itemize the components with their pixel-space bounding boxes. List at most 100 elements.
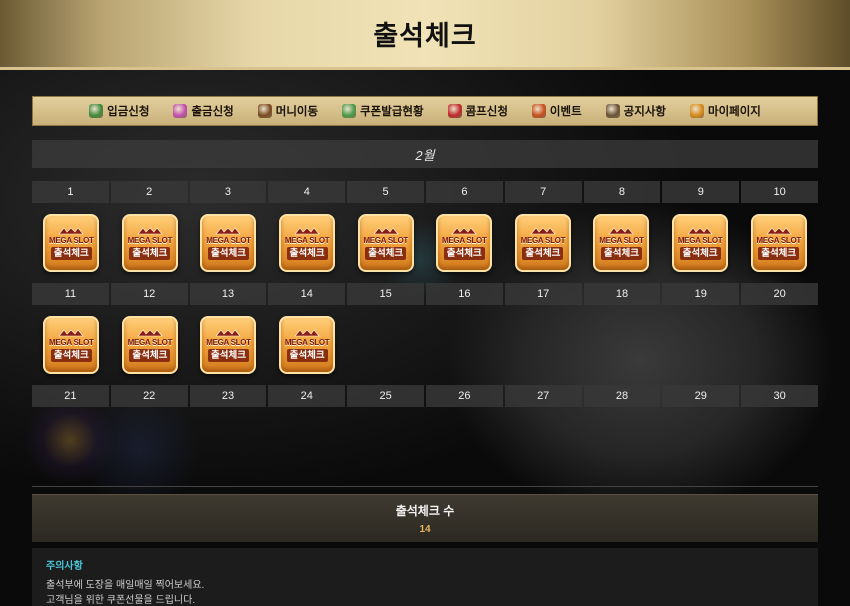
day-number: 28 [583,385,661,407]
attendance-stamp: MEGA SLOT 출석체크 [121,214,178,272]
attendance-stamp: MEGA SLOT 출석체크 [750,214,807,272]
money-bag-icon [89,104,104,118]
day-number: 2 [110,181,188,203]
stamp-cell [346,312,425,378]
stamp-brand: MEGA SLOT [284,337,330,347]
stamp-brand: MEGA SLOT [206,337,251,347]
stamp-label: 출석체크 [522,246,564,260]
day-number: 3 [189,181,267,203]
stamp-label: 출석체크 [129,348,171,362]
day-number: 23 [189,385,267,407]
nav-item-6[interactable]: 공지사항 [594,103,678,119]
day-number: 27 [504,385,582,407]
stamp-row-1: MEGA SLOT 출석체크 MEGA SLOT 출석체크 MEGA SLOT 출석체크 M… [32,210,818,276]
notice-title: 주의사항 [46,561,83,572]
day-number: 15 [347,283,424,305]
stamp-cell: MEGA SLOT 출석체크 [111,312,190,378]
stamp-cell: MEGA SLOT 출석체크 [739,210,818,276]
attendance-stamp: MEGA SLOT 출석체크 [200,214,257,272]
stamp-cell: MEGA SLOT 출석체크 [32,210,111,276]
day-number: 1 [32,181,109,203]
count-value: 14 [419,524,431,535]
nav-item-2[interactable]: 머니이동 [246,103,330,119]
slot-logo-icon [137,329,163,336]
stamp-label: 출석체크 [50,348,92,362]
attendance-stamp: MEGA SLOT 출석체크 [121,316,178,374]
gift-icon [342,104,357,118]
stamp-brand: MEGA SLOT [127,337,173,347]
stamp-cell: MEGA SLOT 출석체크 [268,312,347,378]
attendance-stamp: MEGA SLOT 출석체크 [357,214,414,272]
stamp-row-2: MEGA SLOT 출석체크 MEGA SLOT 출석체크 MEGA SLOT 출석체크 M… [32,312,818,378]
stamp-cell: MEGA SLOT 출석체크 [32,312,111,378]
stamp-cell: MEGA SLOT 출석체크 [189,312,268,378]
stamp-cell [582,312,661,378]
nav-item-3[interactable]: 쿠폰발급현황 [330,103,435,119]
stamp-cell: MEGA SLOT 출석체크 [111,210,190,276]
day-number: 10 [741,181,818,203]
nav-item-7[interactable]: 마이페이지 [678,103,773,119]
day-number: 18 [583,283,661,305]
stamp-label: 출석체크 [443,246,485,260]
stamp-brand: MEGA SLOT [442,235,487,245]
stamp-label: 출석체크 [208,246,249,260]
day-number: 5 [347,181,424,203]
stamp-brand: MEGA SLOT [127,235,173,245]
stamp-cell [504,312,583,378]
chest-icon [257,104,272,118]
stamp-label: 출석체크 [208,348,249,362]
nav-item-1[interactable]: 출금신청 [161,103,245,119]
coin-ring-icon [173,104,188,118]
main-nav: 입금신청 출금신청 머니이동 쿠폰발급현황 콤프신청 이벤트 공지사항 마이페이지 [32,96,818,126]
nav-item-label: 이벤트 [549,106,582,118]
nav-item-5[interactable]: 이벤트 [520,103,594,119]
attendance-stamp: MEGA SLOT 출석체크 [436,214,493,272]
day-number: 16 [426,283,503,305]
attendance-stamp: MEGA SLOT 출석체크 [200,316,257,374]
notice-line: 고객님을 위한 쿠폰선물을 드립니다. [46,595,196,606]
slot-logo-icon [687,227,713,234]
crown-icon [689,104,704,118]
month-label: 2월 [32,140,818,168]
slot-logo-icon [215,227,242,234]
nav-item-0[interactable]: 입금신청 [77,103,161,119]
divider [32,486,818,487]
stamp-label: 출석체크 [365,246,407,260]
nav-item-label: 입금신청 [107,106,150,118]
page-header: 출석체크 [0,0,850,70]
attendance-stamp: MEGA SLOT 출석체크 [279,316,336,374]
stamp-cell: MEGA SLOT 출석체크 [346,210,425,276]
slot-logo-icon [137,227,163,234]
day-number: 13 [189,283,267,305]
stamp-brand: MEGA SLOT [49,235,94,245]
scroll-icon [605,104,620,118]
nav-item-label: 쿠폰발급현황 [360,106,424,118]
attendance-stamp: MEGA SLOT 출석체크 [672,214,729,272]
star-icon [531,104,546,118]
slot-logo-icon [58,329,84,336]
day-number: 22 [110,385,188,407]
attendance-stamp: MEGA SLOT 출석체크 [43,316,100,374]
slot-logo-icon [373,227,399,234]
stamp-brand: MEGA SLOT [284,235,330,245]
stamp-cell [425,312,504,378]
slot-logo-icon [58,227,84,234]
notice-box: 주의사항 출석부에 도장을 매일매일 찍어보세요. 고객님을 위한 쿠폰선물을 … [32,548,818,606]
stamp-brand: MEGA SLOT [363,235,408,245]
attendance-stamp: MEGA SLOT 출석체크 [43,214,100,272]
stamp-label: 출석체크 [286,246,328,260]
day-number: 12 [110,283,188,305]
stamp-cell: MEGA SLOT 출석체크 [268,210,347,276]
stamp-brand: MEGA SLOT [49,337,94,347]
day-number: 25 [347,385,424,407]
stamp-cell: MEGA SLOT 출석체크 [425,210,504,276]
attendance-count-box: 출석체크 수 14 [32,494,818,542]
day-number: 21 [32,385,109,407]
slot-logo-icon [530,227,556,234]
day-number: 11 [32,283,109,305]
attendance-stamp: MEGA SLOT 출석체크 [514,214,571,272]
nav-item-4[interactable]: 콤프신청 [436,103,520,119]
nav-item-label: 출금신청 [191,106,234,118]
nav-item-label: 공지사항 [623,106,666,118]
stamp-brand: MEGA SLOT [677,235,723,245]
